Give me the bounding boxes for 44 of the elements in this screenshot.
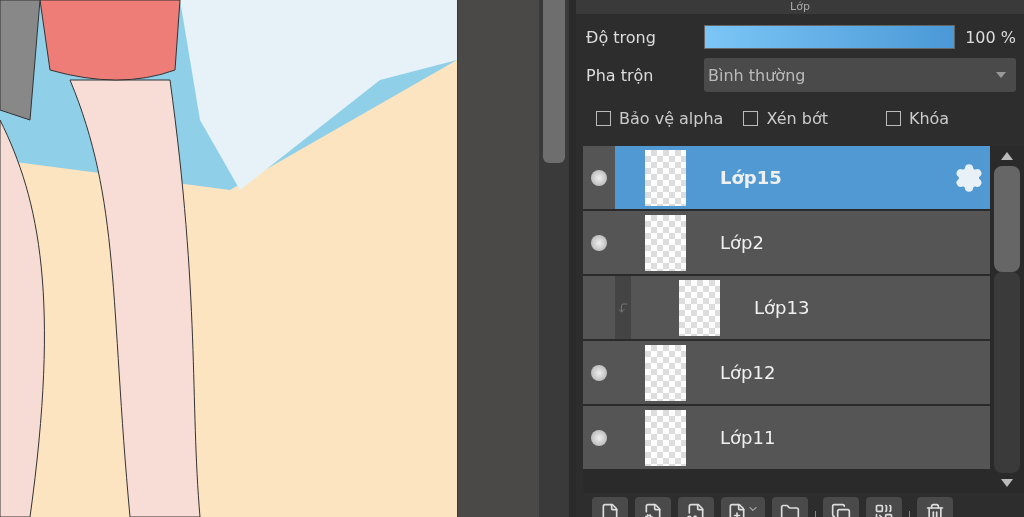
scroll-thumb[interactable] [994,166,1020,272]
layer-thumbnail [679,279,720,336]
layer-row[interactable]: Lớp11 [583,406,990,469]
file-icon [600,503,620,517]
layer-name: Lớp15 [720,167,783,188]
copy-icon [831,503,851,517]
scroll-thumb[interactable] [543,0,565,163]
opacity-slider[interactable] [704,25,956,49]
visibility-dot[interactable] [591,234,607,251]
caret-icon [996,72,1006,78]
file-number-icon [686,503,706,517]
settings-icon[interactable] [954,162,984,193]
visibility-dot[interactable] [591,429,607,446]
trash-icon [925,503,945,517]
clip-arrow-icon [617,301,629,314]
folder-icon [780,503,800,517]
checkbox[interactable] [596,110,611,126]
canvas-scrollbar[interactable] [539,0,569,517]
layer-row[interactable]: Lớp12 [583,341,990,404]
opacity-label: Độ trong [586,27,657,47]
layer-name: Lớp13 [754,297,811,318]
checkbox-label: Khóa [908,108,950,128]
layer-thumbnail [645,149,686,206]
layer-name: Lớp2 [720,232,765,253]
panel-title: Lớp [790,1,810,13]
opacity-value: 100 % [965,27,1016,47]
layer-row[interactable]: Lớp2 [583,211,990,274]
checkbox-label: Bảo vệ alpha [619,108,724,128]
checkbox[interactable] [743,110,759,126]
visibility-dot[interactable] [591,169,607,186]
blend-label: Pha trộn [586,65,655,85]
layer-thumbnail [645,409,686,466]
layer-name: Lớp11 [720,427,777,448]
layer-thumbnail [645,214,686,271]
layer-name: Lớp12 [720,362,777,383]
checkbox[interactable] [885,110,901,126]
visibility-dot[interactable] [591,364,607,381]
scroll-down-icon[interactable] [1001,479,1013,487]
checkbox-label: Xén bớt [766,108,828,128]
merge-icon [874,503,894,517]
layer-thumbnail [645,344,686,401]
file-gear-icon [643,503,663,517]
blend-mode-dropdown[interactable]: Bình thường [704,58,1016,92]
file-plus-icon [727,503,747,517]
